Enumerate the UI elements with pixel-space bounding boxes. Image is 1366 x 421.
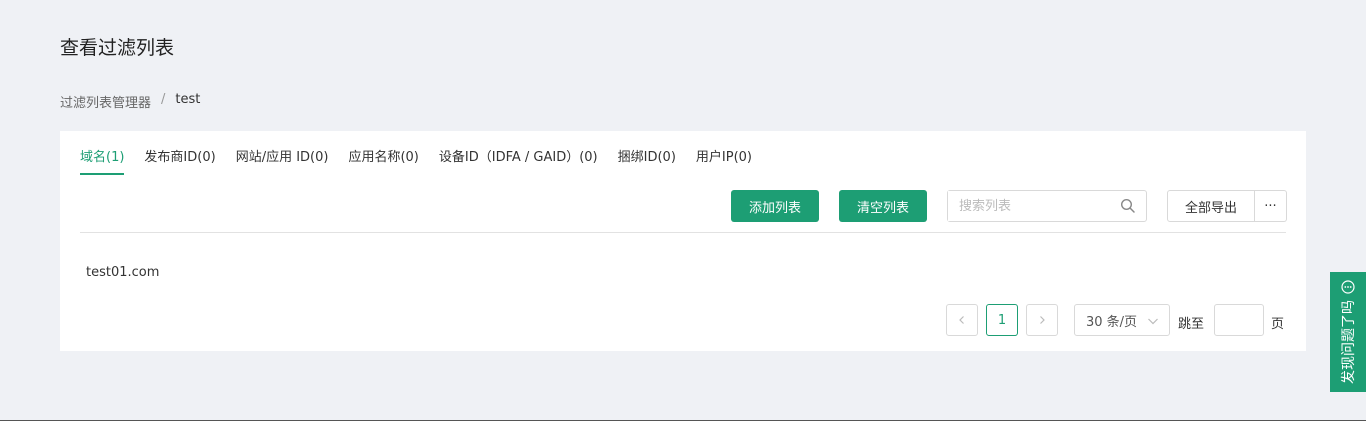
page-size-select[interactable]: 30 条/页	[1074, 304, 1170, 336]
breadcrumb-parent-link[interactable]: 过滤列表管理器	[60, 92, 151, 111]
chevron-right-icon	[1040, 316, 1045, 324]
jump-to-label: 跳至	[1178, 317, 1205, 332]
more-circle-icon	[1341, 280, 1355, 294]
tab-publisher-id[interactable]: 发布商ID(0)	[144, 148, 215, 175]
list-item: test01.com	[86, 265, 160, 280]
chevron-left-icon	[959, 316, 964, 324]
page-title: 查看过滤列表	[60, 37, 175, 59]
export-all-button[interactable]: 全部导出	[1167, 190, 1255, 222]
feedback-label: 发现问题了吗	[1341, 300, 1357, 384]
tab-device-id[interactable]: 设备ID（IDFA / GAID）(0)	[439, 148, 598, 175]
more-options-button[interactable]: ···	[1255, 190, 1287, 222]
filter-list-card: 域名(1) 发布商ID(0) 网站/应用 ID(0) 应用名称(0) 设备ID（…	[60, 131, 1306, 351]
page-unit-label: 页	[1271, 317, 1285, 332]
tab-bundle-id[interactable]: 捆绑ID(0)	[618, 148, 676, 175]
breadcrumb: 过滤列表管理器 / test	[60, 92, 200, 111]
add-list-button[interactable]: 添加列表	[731, 190, 819, 222]
page-size-value: 30 条/页	[1086, 314, 1138, 330]
chevron-down-icon	[1148, 318, 1158, 325]
jump-page-input[interactable]	[1214, 304, 1264, 336]
tab-site-app-id[interactable]: 网站/应用 ID(0)	[236, 148, 329, 175]
search-input[interactable]	[948, 191, 1108, 221]
next-page-button[interactable]	[1026, 304, 1058, 336]
page-number-button[interactable]: 1	[986, 304, 1018, 336]
divider	[80, 232, 1286, 233]
tab-app-name[interactable]: 应用名称(0)	[348, 148, 418, 175]
clear-list-button[interactable]: 清空列表	[839, 190, 927, 222]
search-box	[947, 190, 1147, 222]
search-icon[interactable]	[1120, 198, 1136, 214]
tab-domain[interactable]: 域名(1)	[80, 148, 125, 175]
export-button-group: 全部导出 ···	[1167, 190, 1287, 222]
breadcrumb-current: test	[175, 92, 201, 107]
breadcrumb-separator: /	[161, 92, 166, 107]
tab-user-ip[interactable]: 用户IP(0)	[696, 148, 752, 175]
feedback-button[interactable]: 发现问题了吗	[1330, 272, 1366, 392]
tab-bar: 域名(1) 发布商ID(0) 网站/应用 ID(0) 应用名称(0) 设备ID（…	[80, 148, 752, 175]
prev-page-button[interactable]	[946, 304, 978, 336]
